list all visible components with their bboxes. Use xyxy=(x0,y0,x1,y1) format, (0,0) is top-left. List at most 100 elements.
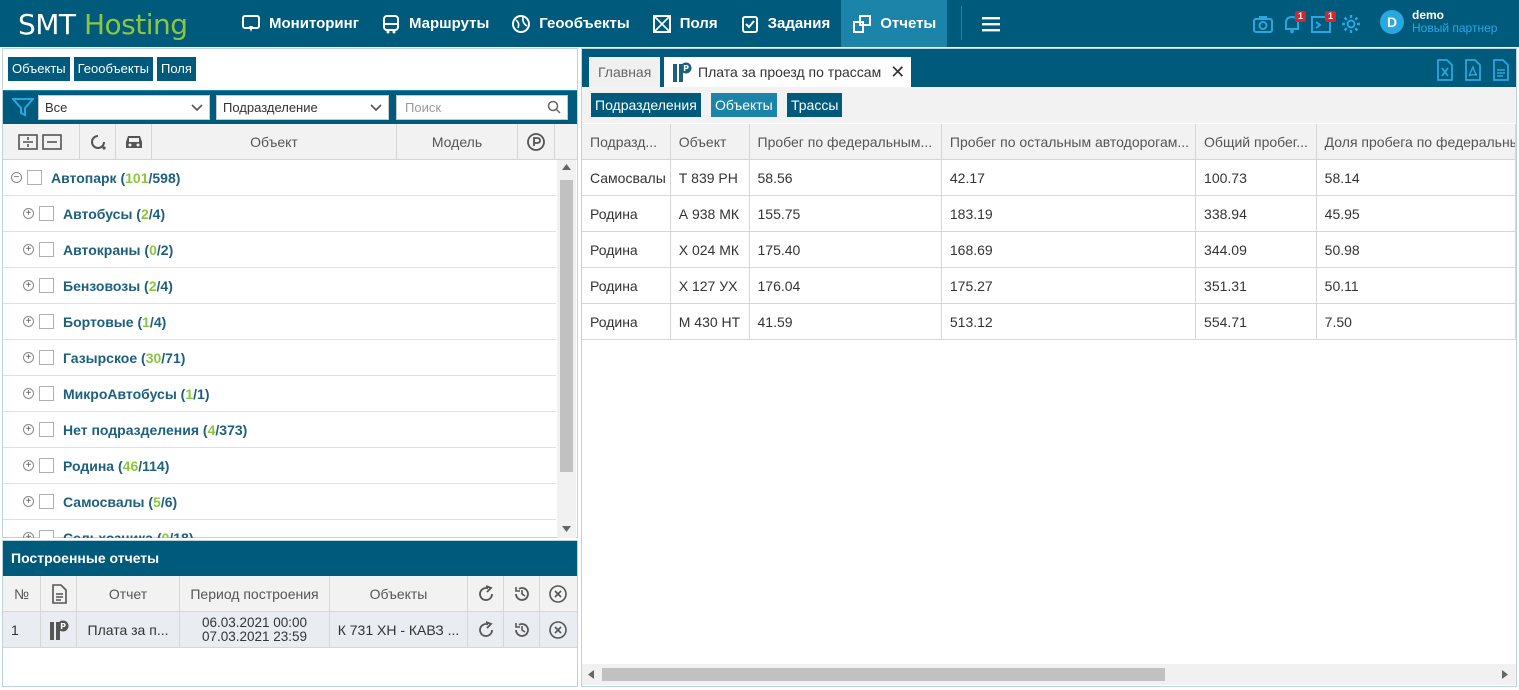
user-menu[interactable]: D demo Новый партнер xyxy=(1380,9,1497,35)
tab-toll-report[interactable]: P Плата за проезд по трассам ✕ xyxy=(664,57,912,87)
tree-item-total-count: 6 xyxy=(164,493,173,510)
export-excel-button[interactable] xyxy=(1436,59,1454,81)
nav-tasks[interactable]: Задания xyxy=(729,0,842,47)
column-header[interactable]: Доля пробега по федеральным xyxy=(1317,124,1516,159)
tree-item[interactable]: + Бензовозы (2/4) xyxy=(3,268,556,304)
scroll-down-icon[interactable] xyxy=(562,526,571,532)
tree-checkbox[interactable] xyxy=(39,458,54,473)
tree-checkbox[interactable] xyxy=(39,242,54,257)
tree-item[interactable]: + Газырское (30/71) xyxy=(3,340,556,376)
tree-item-total-count: 373 xyxy=(219,421,243,438)
scroll-left-icon[interactable] xyxy=(588,670,594,679)
tree-checkbox[interactable] xyxy=(39,206,54,221)
table-row[interactable]: Родина А 938 МК 155.75 183.19 338.94 45.95 xyxy=(582,196,1516,232)
table-row[interactable]: Родина Х 127 УХ 176.04 175.27 351.31 50.11 xyxy=(582,268,1516,304)
scrollbar-thumb[interactable] xyxy=(602,668,1165,681)
tree-item[interactable]: + МикроАвтобусы (1/1) xyxy=(3,376,556,412)
tab-home[interactable]: Главная xyxy=(589,57,661,87)
report-row[interactable]: 1 P Плата за п... 06.03.2021 00:00 07.03… xyxy=(3,612,577,648)
tree-item[interactable]: + Автокраны (0/2) xyxy=(3,232,556,268)
filter-row: Все Подразделение Поиск xyxy=(3,90,577,124)
camera-button[interactable] xyxy=(1252,14,1274,34)
tree-checkbox[interactable] xyxy=(39,314,54,329)
filter-icon[interactable] xyxy=(12,97,34,117)
tree-item[interactable]: + Бортовые (1/4) xyxy=(3,304,556,340)
refresh-column-header[interactable] xyxy=(80,124,116,159)
table-row[interactable]: Родина Х 024 МК 175.40 168.69 344.09 50.98 xyxy=(582,232,1516,268)
report-hscrollbar[interactable] xyxy=(582,664,1516,685)
column-header[interactable]: Подразд... xyxy=(582,124,671,159)
tree-checkbox[interactable] xyxy=(39,386,54,401)
tree-item[interactable]: − Автопарк (101/598) xyxy=(3,160,556,196)
expand-icon[interactable]: + xyxy=(23,532,34,538)
menu-button[interactable] xyxy=(976,0,1008,47)
collapse-icon[interactable]: − xyxy=(11,172,22,183)
tree-item[interactable]: + Самосвалы (5/6) xyxy=(3,484,556,520)
status-select[interactable]: Все xyxy=(38,95,210,120)
tree-item-name: МикроАвтобусы xyxy=(63,385,177,402)
scroll-up-icon[interactable] xyxy=(562,164,571,170)
subtab-roads[interactable]: Трассы xyxy=(787,93,843,117)
tree-checkbox[interactable] xyxy=(39,422,54,437)
division-select[interactable]: Подразделение xyxy=(216,95,389,120)
scrollbar-thumb[interactable] xyxy=(560,180,573,472)
export-pdf-button[interactable] xyxy=(1464,59,1482,81)
tree-checkbox[interactable] xyxy=(39,530,54,538)
expand-icon[interactable]: + xyxy=(23,388,34,399)
tree-item[interactable]: + Родина (46/114) xyxy=(3,448,556,484)
nav-fields[interactable]: Поля xyxy=(641,0,729,47)
nav-routes[interactable]: Маршруты xyxy=(370,0,500,47)
close-tab-icon[interactable]: ✕ xyxy=(890,57,905,87)
delete-report-button[interactable] xyxy=(540,612,576,647)
table-row[interactable]: Родина М 430 НТ 41.59 513.12 554.71 7.50 xyxy=(582,304,1516,340)
table-cell: 155.75 xyxy=(750,196,942,231)
tree-item-active-count: 5 xyxy=(153,493,161,510)
brand-logo[interactable]: SMT Hosting xyxy=(18,8,188,41)
column-header[interactable]: Объект xyxy=(671,124,750,159)
expand-icon[interactable]: + xyxy=(23,316,34,327)
scroll-right-icon[interactable] xyxy=(1502,670,1508,679)
expand-icon[interactable]: + xyxy=(23,352,34,363)
tree-checkbox[interactable] xyxy=(39,278,54,293)
object-column-header[interactable]: Объект xyxy=(152,124,397,159)
tree-checkbox[interactable] xyxy=(27,170,42,185)
vehicle-column-header[interactable] xyxy=(116,124,152,159)
expand-icon[interactable]: + xyxy=(23,244,34,255)
nav-label: Задания xyxy=(767,15,831,32)
delete-header xyxy=(540,576,576,611)
model-column-header[interactable]: Модель xyxy=(397,124,518,159)
tree-scrollbar[interactable] xyxy=(557,160,576,538)
expand-icon[interactable]: + xyxy=(23,208,34,219)
tab-geoobjects[interactable]: Геообъекты xyxy=(73,57,153,81)
tree-checkbox[interactable] xyxy=(39,494,54,509)
subtab-objects[interactable]: Объекты xyxy=(711,93,777,117)
column-header[interactable]: Общий пробег... xyxy=(1196,124,1317,159)
tree-checkbox[interactable] xyxy=(39,350,54,365)
table-cell: 351.31 xyxy=(1196,268,1317,303)
report-history-button[interactable] xyxy=(504,612,540,647)
column-header[interactable]: Пробег по федеральным... xyxy=(750,124,942,159)
expand-icon[interactable]: + xyxy=(23,424,34,435)
tab-fields[interactable]: Поля xyxy=(157,57,196,81)
nav-monitoring[interactable]: Мониторинг xyxy=(230,0,370,47)
expand-icon[interactable]: + xyxy=(23,496,34,507)
settings-button[interactable] xyxy=(1340,13,1362,35)
tab-objects[interactable]: Объекты xyxy=(8,57,70,81)
parking-column-header[interactable] xyxy=(518,124,555,159)
nav-geoobjects[interactable]: Геообъекты xyxy=(500,0,640,47)
tree-item[interactable]: + Нет подразделения (4/373) xyxy=(3,412,556,448)
tree-item[interactable]: + Автобусы (2/4) xyxy=(3,196,556,232)
table-row[interactable]: Самосвалы Т 839 РН 58.56 42.17 100.73 58.14 xyxy=(582,160,1516,196)
column-header[interactable]: Пробег по остальным автодорогам... xyxy=(942,124,1197,159)
tree-item[interactable]: + Сельхозника (0/18) xyxy=(3,520,556,538)
messages-button[interactable]: 1 xyxy=(1310,10,1336,34)
expand-icon[interactable]: + xyxy=(23,460,34,471)
subtab-divisions[interactable]: Подразделения xyxy=(591,93,701,117)
expand-collapse-control[interactable] xyxy=(3,124,80,159)
rebuild-report-button[interactable] xyxy=(468,612,504,647)
search-input[interactable]: Поиск xyxy=(396,95,568,120)
expand-icon[interactable]: + xyxy=(23,280,34,291)
nav-reports[interactable]: Отчеты xyxy=(841,0,948,47)
export-doc-button[interactable] xyxy=(1492,59,1510,81)
notifications-button[interactable]: 1 xyxy=(1282,10,1306,34)
